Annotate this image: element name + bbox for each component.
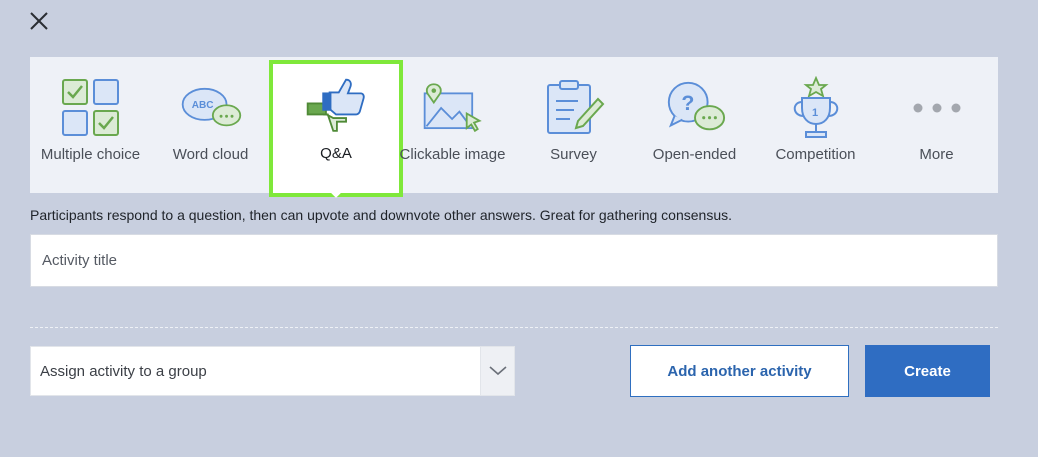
- activity-type-panel: Multiple choice ABC Word cloud Q&A Click…: [30, 57, 998, 198]
- activity-type-more[interactable]: More: [876, 57, 997, 193]
- thumbs-up-down-icon: [306, 78, 365, 132]
- more-dots-icon: [913, 103, 960, 113]
- activity-type-clickable-image[interactable]: Clickable image: [392, 57, 513, 193]
- assign-group-value: Assign activity to a group: [40, 362, 207, 380]
- add-another-activity-button[interactable]: Add another activity: [630, 345, 849, 397]
- activity-type-survey[interactable]: Survey: [513, 57, 634, 193]
- activity-type-label: Competition: [775, 146, 856, 163]
- activity-type-multiple-choice[interactable]: Multiple choice: [30, 57, 151, 193]
- activity-type-label: Survey: [550, 146, 597, 163]
- survey-icon: [546, 80, 604, 134]
- create-button[interactable]: Create: [865, 345, 990, 397]
- svg-text:?: ?: [681, 91, 694, 115]
- activity-type-label: Multiple choice: [40, 146, 141, 163]
- activity-type-label: Clickable image: [399, 146, 506, 163]
- section-divider: [30, 327, 998, 328]
- multiple-choice-icon: [61, 79, 119, 136]
- svg-text:1: 1: [812, 107, 818, 119]
- close-icon: [30, 12, 48, 30]
- chevron-down-icon: [488, 366, 507, 376]
- activity-type-competition[interactable]: 1 Competition: [755, 57, 876, 193]
- activity-type-word-cloud[interactable]: ABC Word cloud: [150, 57, 271, 193]
- clickable-image-icon: [423, 83, 482, 133]
- svg-text:ABC: ABC: [191, 100, 213, 111]
- activity-type-label: Open-ended: [652, 146, 737, 163]
- open-ended-icon: ?: [667, 81, 725, 131]
- activity-title-input[interactable]: [30, 234, 998, 287]
- activity-type-label: Q&A: [320, 145, 352, 162]
- assign-group-select[interactable]: Assign activity to a group: [30, 346, 515, 396]
- dropdown-toggle[interactable]: [480, 347, 514, 395]
- activity-description: Participants respond to a question, then…: [30, 207, 732, 223]
- activity-type-label: More: [919, 146, 954, 163]
- activity-type-open-ended[interactable]: ? Open-ended: [634, 57, 755, 193]
- activity-type-label: Word cloud: [172, 146, 249, 163]
- close-button[interactable]: [26, 8, 52, 34]
- word-cloud-icon: ABC: [181, 87, 241, 127]
- trophy-icon: 1: [793, 76, 838, 138]
- selected-pointer: [326, 178, 346, 198]
- activity-type-qa[interactable]: Q&A: [269, 60, 403, 198]
